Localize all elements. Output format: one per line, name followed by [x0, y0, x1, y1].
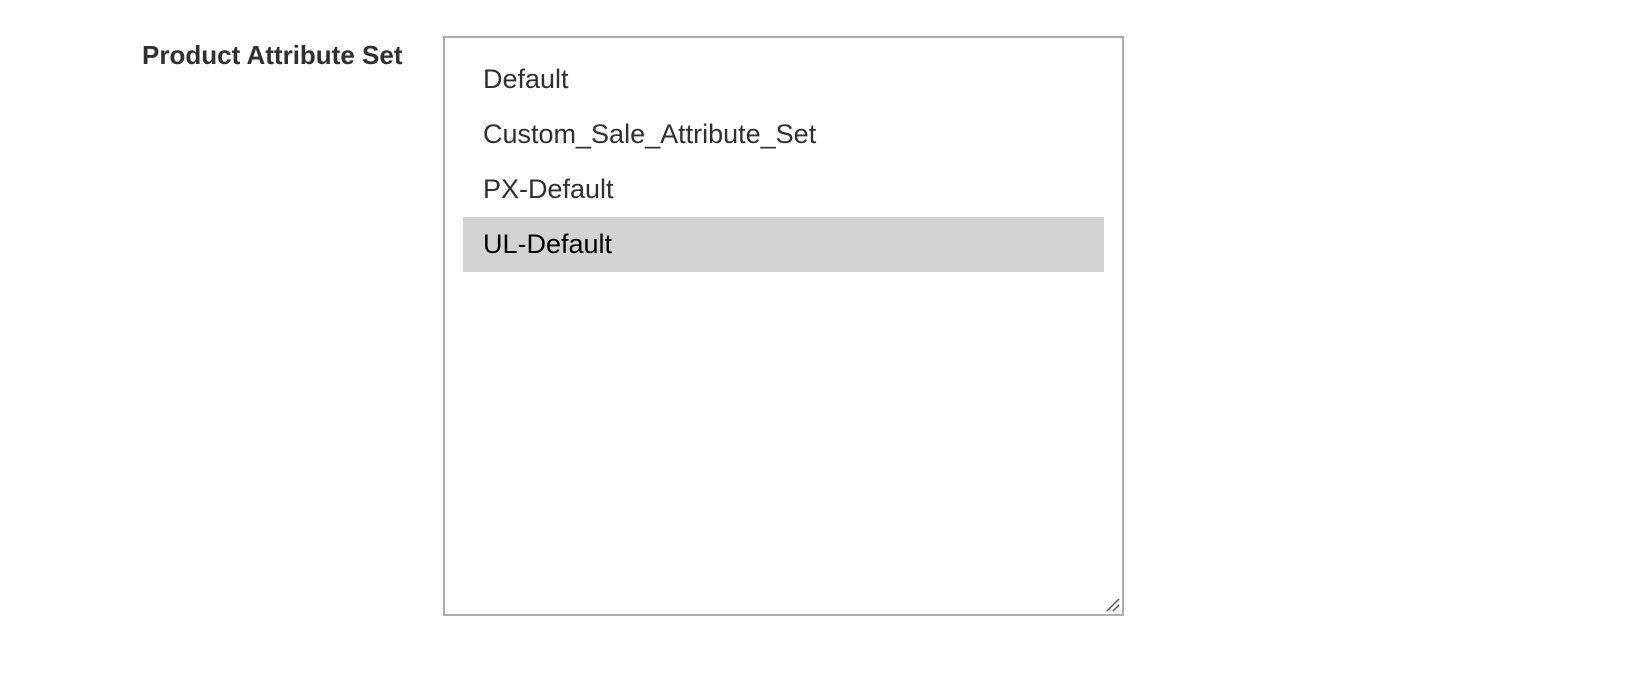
attribute-set-option-px-default[interactable]: PX-Default	[463, 162, 1104, 217]
attribute-set-option-list: Default Custom_Sale_Attribute_Set PX-Def…	[463, 52, 1104, 272]
attribute-set-option-custom-sale[interactable]: Custom_Sale_Attribute_Set	[463, 107, 1104, 162]
product-attribute-set-field: Product Attribute Set Default Custom_Sal…	[0, 0, 1644, 686]
attribute-set-option-ul-default[interactable]: UL-Default	[463, 217, 1104, 272]
attribute-set-option-default[interactable]: Default	[463, 52, 1104, 107]
product-attribute-set-label: Product Attribute Set	[142, 40, 403, 70]
resize-grip-icon[interactable]	[1104, 596, 1120, 612]
product-attribute-set-multiselect[interactable]: Default Custom_Sale_Attribute_Set PX-Def…	[443, 36, 1124, 616]
